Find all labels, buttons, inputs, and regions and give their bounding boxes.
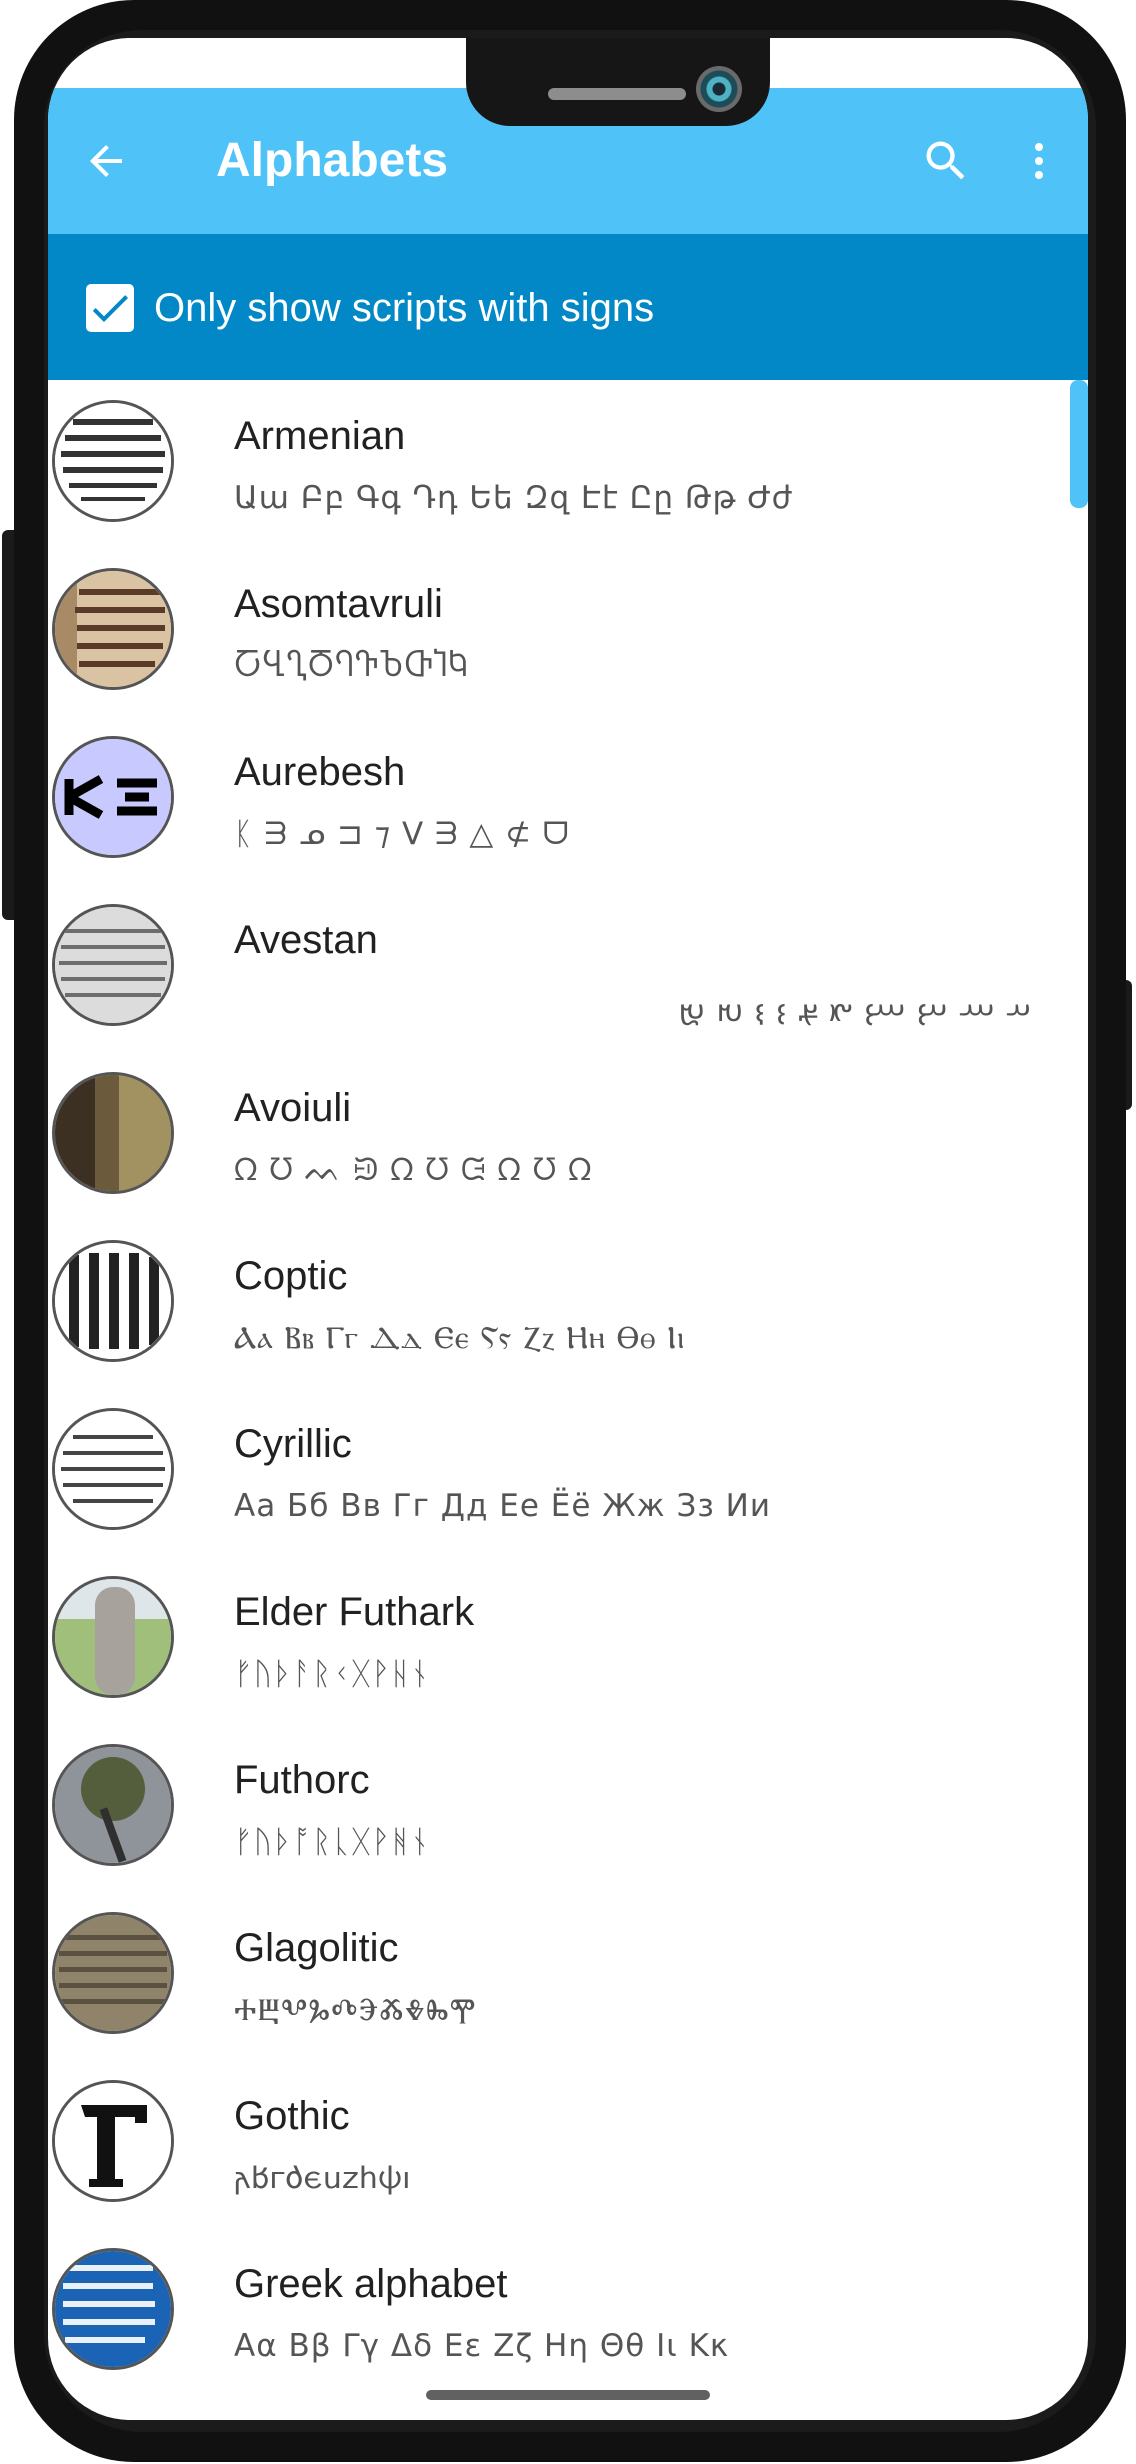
list-item[interactable]: Gothic 𐌰𐌱𐌲𐌳𐌴𐌵𐌶𐌷𐌸𐌹 bbox=[48, 2060, 1088, 2228]
script-sample: ⰀⰁⰂⰃⰄⰅⰆⰇⰈⰉ bbox=[234, 1992, 477, 2028]
script-thumbnail bbox=[52, 1240, 174, 1362]
front-camera bbox=[696, 66, 742, 112]
script-name: Coptic bbox=[234, 1254, 348, 1298]
list-item[interactable]: Avoiuli ᘯ ᘮ ᨓ ᙋ ᘯ ᘮ ᙍ ᘯ ᘮ ᘯ bbox=[48, 1052, 1088, 1220]
script-sample: Аа Бб Вв Гг Дд Ее Ёё Жж Зз Ии bbox=[234, 1488, 771, 1524]
search-button[interactable] bbox=[910, 125, 982, 197]
script-sample: 𐌰𐌱𐌲𐌳𐌴𐌵𐌶𐌷𐌸𐌹 bbox=[234, 2160, 411, 2196]
list-item[interactable]: Avestan 𐬀 𐬁 𐬂 𐬃 𐬄 𐬅 𐬆 𐬇 𐬈 𐬉 bbox=[48, 884, 1088, 1052]
list-item[interactable]: Coptic Ⲁⲁ Ⲃⲃ Ⲅⲅ Ⲇⲇ Ⲉⲉ Ⲋⲋ Ⲍⲍ Ⲏⲏ Ⲑⲑ Ⲓⲓ bbox=[48, 1220, 1088, 1388]
back-button[interactable] bbox=[70, 125, 142, 197]
script-thumbnail bbox=[52, 1576, 174, 1698]
script-thumbnail bbox=[52, 1408, 174, 1530]
script-sample: ᘯ ᘮ ᨓ ᙋ ᘯ ᘮ ᙍ ᘯ ᘮ ᘯ bbox=[234, 1152, 593, 1188]
script-thumbnail bbox=[52, 2080, 174, 2202]
more-vert-icon bbox=[1035, 143, 1043, 179]
checkmark-icon bbox=[92, 295, 128, 322]
script-thumbnail bbox=[52, 2248, 174, 2370]
list-item[interactable]: Glagolitic ⰀⰁⰂⰃⰄⰅⰆⰇⰈⰉ bbox=[48, 1892, 1088, 2060]
list-item[interactable]: Aurebesh ᛕ ᗱ ᓄ ⊐ ⁊ ᐯ ᗱ △ ⊄ ᗜ bbox=[48, 716, 1088, 884]
script-name: Glagolitic bbox=[234, 1926, 399, 1970]
home-indicator[interactable] bbox=[426, 2390, 710, 2400]
script-sample: ᚠᚢᚦᚨᚱᚲᚷᚹᚺᚾ bbox=[234, 1656, 430, 1692]
script-name: Asomtavruli bbox=[234, 582, 443, 626]
script-name: Elder Futhark bbox=[234, 1590, 475, 1634]
app: Alphabets Only show scripts with signs A… bbox=[48, 88, 1088, 2370]
signs-filter-checkbox[interactable] bbox=[86, 284, 134, 332]
filter-label: Only show scripts with signs bbox=[154, 286, 655, 330]
script-thumbnail bbox=[52, 1744, 174, 1866]
script-thumbnail bbox=[52, 1912, 174, 2034]
script-sample: Ⲁⲁ Ⲃⲃ Ⲅⲅ Ⲇⲇ Ⲉⲉ Ⲋⲋ Ⲍⲍ Ⲏⲏ Ⲑⲑ Ⲓⲓ bbox=[234, 1320, 686, 1356]
script-sample: 𐬀 𐬁 𐬂 𐬃 𐬄 𐬅 𐬆 𐬇 𐬈 𐬉 bbox=[678, 990, 1032, 1026]
speaker-grille bbox=[548, 88, 686, 100]
script-thumbnail bbox=[52, 568, 174, 690]
script-name: Futhorc bbox=[234, 1758, 370, 1802]
script-name: Avestan bbox=[234, 918, 378, 962]
script-sample: ႠႡႢႣႤႥႦႧႨႩ bbox=[234, 648, 469, 684]
more-options-button[interactable] bbox=[1003, 125, 1075, 197]
list-item[interactable]: Armenian Աա Բբ Գգ Դդ Եե Զզ Էէ Ըը Թթ Ժժ bbox=[48, 380, 1088, 548]
script-name: Gothic bbox=[234, 2094, 350, 2138]
list-item[interactable]: Futhorc ᚠᚢᚦᚩᚱᚳᚷᚹᚻᚾ bbox=[48, 1724, 1088, 1892]
script-sample: Αα Ββ Γγ Δδ Εε Ζζ Ηη Θθ Ιι Κκ bbox=[234, 2328, 730, 2364]
list-item[interactable]: Asomtavruli ႠႡႢႣႤႥႦႧႨႩ bbox=[48, 548, 1088, 716]
page-title: Alphabets bbox=[216, 134, 449, 187]
list-item[interactable]: Elder Futhark ᚠᚢᚦᚨᚱᚲᚷᚹᚺᚾ bbox=[48, 1556, 1088, 1724]
filter-bar: Only show scripts with signs bbox=[48, 234, 1088, 380]
script-sample: ᚠᚢᚦᚩᚱᚳᚷᚹᚻᚾ bbox=[234, 1824, 430, 1860]
script-thumbnail bbox=[52, 736, 174, 858]
script-thumbnail bbox=[52, 1072, 174, 1194]
script-name: Cyrillic bbox=[234, 1422, 352, 1466]
camera-notch bbox=[466, 38, 770, 126]
script-thumbnail bbox=[52, 904, 174, 1026]
list-item[interactable]: Greek alphabet Αα Ββ Γγ Δδ Εε Ζζ Ηη Θθ Ι… bbox=[48, 2228, 1088, 2396]
script-name: Aurebesh bbox=[234, 750, 406, 794]
script-name: Armenian bbox=[234, 414, 406, 458]
script-name: Avoiuli bbox=[234, 1086, 352, 1130]
script-name: Greek alphabet bbox=[234, 2262, 508, 2306]
list-item[interactable]: Cyrillic Аа Бб Вв Гг Дд Ее Ёё Жж Зз Ии bbox=[48, 1388, 1088, 1556]
screen: Alphabets Only show scripts with signs A… bbox=[48, 38, 1088, 2420]
arrow-back-icon bbox=[90, 145, 122, 177]
script-thumbnail bbox=[52, 400, 174, 522]
script-sample: Աա Բբ Գգ Դդ Եե Զզ Էէ Ըը Թթ Ժժ bbox=[234, 480, 793, 516]
search-icon bbox=[926, 141, 965, 180]
script-sample: ᛕ ᗱ ᓄ ⊐ ⁊ ᐯ ᗱ △ ⊄ ᗜ bbox=[234, 816, 570, 852]
